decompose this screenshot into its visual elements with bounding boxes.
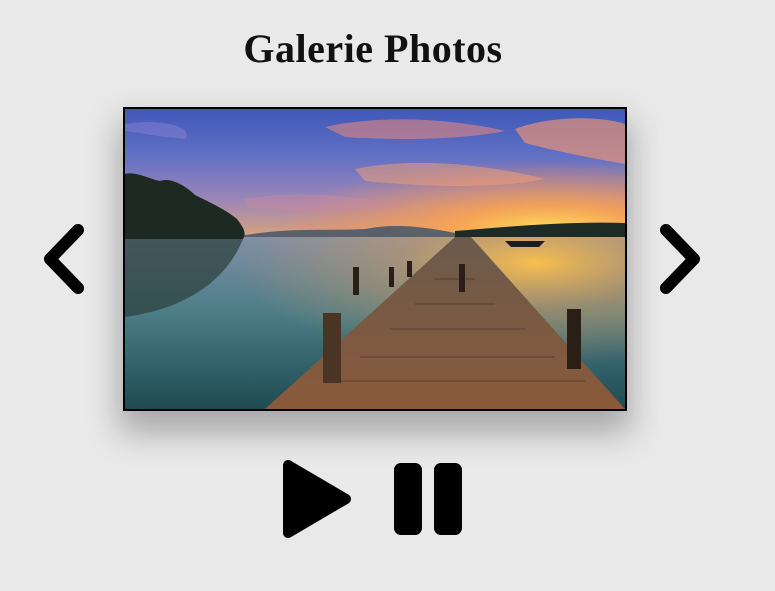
play-icon (283, 460, 351, 538)
chevron-left-icon (44, 224, 84, 294)
previous-button[interactable] (38, 222, 90, 296)
pause-button[interactable] (392, 461, 468, 537)
gallery-page: Galerie Photos (0, 0, 775, 591)
slideshow-controls (278, 457, 478, 541)
pause-icon (394, 463, 462, 535)
lake-pier-sunset-photo (125, 109, 625, 409)
chevron-right-icon (660, 224, 700, 294)
gallery-image (123, 107, 627, 411)
play-button[interactable] (278, 457, 356, 541)
page-title: Galerie Photos (243, 26, 503, 71)
next-button[interactable] (652, 222, 704, 296)
